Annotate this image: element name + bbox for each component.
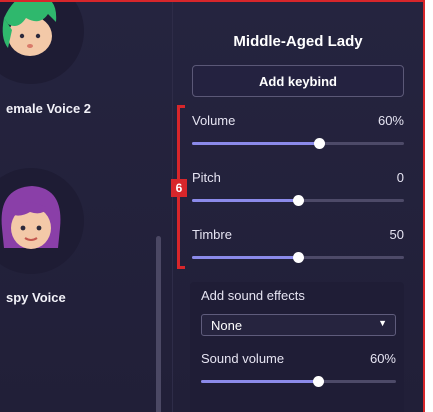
purple-hair-character-avatar bbox=[1, 186, 61, 249]
green-hair-character-avatar bbox=[2, 2, 57, 56]
sound-effects-selected: None bbox=[211, 318, 243, 333]
pitch-label: Pitch bbox=[192, 170, 221, 185]
add-keybind-label: Add keybind bbox=[258, 73, 337, 89]
pitch-slider-row: Pitch 0 bbox=[192, 170, 404, 210]
add-keybind-button[interactable]: Add keybind bbox=[192, 65, 404, 97]
voice-name-female-voice-2[interactable]: emale Voice 2 bbox=[6, 101, 91, 116]
volume-slider-thumb[interactable] bbox=[314, 138, 326, 149]
timbre-slider-thumb[interactable] bbox=[293, 252, 304, 263]
sound-effects-label: Add sound effects bbox=[201, 288, 305, 303]
voice-name-raspy-voice[interactable]: spy Voice bbox=[6, 290, 66, 305]
panel-divider bbox=[172, 2, 173, 412]
voice-card-female-voice-2[interactable] bbox=[0, 2, 84, 84]
timbre-label: Timbre bbox=[192, 227, 232, 242]
pitch-value: 0 bbox=[396, 170, 404, 185]
pitch-slider-thumb[interactable] bbox=[293, 195, 304, 206]
timbre-value: 50 bbox=[389, 227, 404, 242]
volume-slider-fill bbox=[192, 142, 320, 145]
timbre-slider[interactable] bbox=[192, 252, 404, 263]
sound-volume-slider-row: Sound volume 60% bbox=[201, 351, 396, 391]
volume-slider[interactable] bbox=[192, 138, 404, 149]
annotation-step-badge: 6 bbox=[171, 179, 187, 197]
sound-volume-slider-fill bbox=[201, 380, 318, 383]
sound-volume-value: 60% bbox=[369, 351, 396, 366]
sound-volume-label: Sound volume bbox=[201, 351, 285, 366]
voice-settings-window: emale Voice 2 spy Voice Middle-Aged Lady… bbox=[0, 0, 425, 412]
sound-volume-slider[interactable] bbox=[201, 376, 396, 387]
chevron-down-icon: ▼ bbox=[378, 318, 387, 328]
volume-slider-row: Volume 60% bbox=[192, 113, 404, 153]
sound-volume-slider-thumb[interactable] bbox=[313, 376, 324, 387]
volume-value: 60% bbox=[377, 113, 404, 128]
timbre-slider-row: Timbre 50 bbox=[192, 227, 404, 267]
pitch-slider[interactable] bbox=[192, 195, 404, 206]
voice-card-raspy-voice[interactable] bbox=[0, 168, 84, 274]
voice-list: emale Voice 2 spy Voice bbox=[0, 2, 172, 412]
voice-title: Middle-Aged Lady bbox=[233, 33, 363, 50]
sound-effects-dropdown[interactable]: None ▼ bbox=[201, 314, 396, 336]
timbre-slider-fill bbox=[192, 256, 298, 259]
pitch-slider-fill bbox=[192, 199, 298, 202]
voice-list-scrollbar[interactable] bbox=[156, 236, 161, 412]
volume-label: Volume bbox=[192, 113, 236, 128]
